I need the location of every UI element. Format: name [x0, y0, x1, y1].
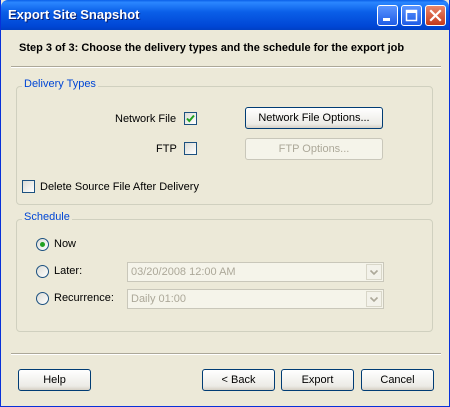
network-file-label: Network File — [115, 113, 177, 125]
schedule-legend: Schedule — [22, 211, 72, 223]
maximize-icon — [405, 9, 418, 22]
now-label: Now — [54, 238, 77, 250]
title-bar[interactable]: Export Site Snapshot — [1, 0, 449, 30]
minimize-icon — [383, 18, 390, 21]
checkmark-icon — [186, 114, 195, 123]
ftp-checkbox[interactable] — [184, 142, 197, 155]
recurrence-radio[interactable] — [36, 292, 49, 305]
recurrence-value: Daily 01:00 — [131, 293, 187, 305]
export-button[interactable]: Export — [281, 369, 354, 391]
footer-separator — [11, 353, 441, 355]
delete-source-checkbox[interactable] — [22, 180, 35, 193]
help-button[interactable]: Help — [18, 369, 91, 391]
later-datetime-value: 03/20/2008 12:00 AM — [131, 266, 236, 278]
radio-selected-dot — [40, 242, 45, 247]
header-separator — [11, 66, 441, 68]
chevron-down-icon — [369, 269, 379, 276]
recurrence-dropdown-button[interactable] — [366, 291, 382, 307]
network-file-options-button[interactable]: Network File Options... — [245, 107, 383, 129]
window-title: Export Site Snapshot — [8, 7, 140, 22]
back-button[interactable]: < Back — [202, 369, 275, 391]
later-label: Later: — [54, 265, 83, 277]
cancel-button[interactable]: Cancel — [361, 369, 434, 391]
network-file-checkbox[interactable] — [184, 112, 197, 125]
later-datetime-combo[interactable]: 03/20/2008 12:00 AM — [127, 262, 384, 282]
ftp-options-button[interactable]: FTP Options... — [245, 138, 383, 160]
close-icon — [429, 9, 442, 22]
delete-source-label: Delete Source File After Delivery — [40, 181, 199, 193]
maximize-button[interactable] — [401, 5, 422, 26]
later-radio[interactable] — [36, 265, 49, 278]
chevron-down-icon — [369, 296, 379, 303]
export-site-snapshot-dialog: Export Site Snapshot Step 3 of 3: Choose… — [0, 0, 450, 407]
minimize-button[interactable] — [377, 5, 398, 26]
delivery-types-legend: Delivery Types — [22, 78, 98, 90]
close-button[interactable] — [425, 5, 446, 26]
recurrence-label: Recurrence: — [54, 292, 114, 304]
step-heading: Step 3 of 3: Choose the delivery types a… — [19, 42, 405, 54]
now-radio[interactable] — [36, 238, 49, 251]
recurrence-combo[interactable]: Daily 01:00 — [127, 289, 384, 309]
later-dropdown-button[interactable] — [366, 264, 382, 280]
ftp-label: FTP — [156, 143, 177, 155]
